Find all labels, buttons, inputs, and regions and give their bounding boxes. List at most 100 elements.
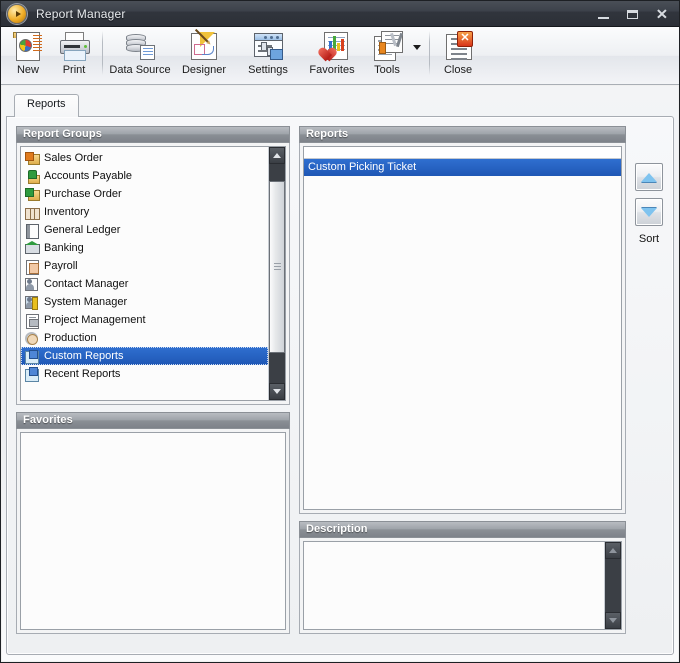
toolbar-button-favorites[interactable]: Favorites (300, 27, 364, 76)
toolbar-label-new: New (16, 64, 39, 76)
contact-manager-icon (24, 277, 39, 292)
reports-panel: Reports Custom Picking Ticket (299, 126, 626, 514)
list-item-label: Payroll (44, 260, 78, 272)
list-item[interactable]: Production (21, 329, 268, 347)
report-list-item[interactable]: Custom Picking Ticket (304, 159, 621, 176)
report-groups-listbox[interactable]: Sales Order Accounts Payable Purchase Or… (20, 146, 286, 401)
list-item-label: Banking (44, 242, 84, 254)
scroll-down-arrow-icon[interactable] (269, 383, 285, 400)
list-item-label: Sales Order (44, 152, 103, 164)
list-item[interactable]: System Manager (21, 293, 268, 311)
list-item-label: Recent Reports (44, 368, 121, 380)
window-controls: ✕ (590, 1, 675, 27)
scrollbar-thumb[interactable] (269, 181, 285, 353)
list-item-label: Production (44, 332, 97, 344)
maximize-button[interactable] (619, 4, 646, 24)
client-area: Reports Report Groups Sales Order Accoun… (2, 86, 678, 661)
list-item[interactable]: Inventory (21, 203, 268, 221)
scrollbar-track[interactable] (605, 559, 621, 612)
list-item[interactable]: Recent Reports (21, 365, 268, 383)
tools-wrench-icon (371, 30, 404, 62)
list-item-label: Project Management (44, 314, 146, 326)
settings-sliders-icon (252, 30, 284, 62)
tab-page-reports: Report Groups Sales Order Accounts Payab… (6, 116, 674, 655)
tab-reports-label: Reports (27, 98, 66, 110)
new-report-icon (12, 30, 44, 62)
favorites-panel: Favorites (16, 412, 290, 634)
tab-reports[interactable]: Reports (14, 94, 79, 117)
favorites-heart-icon (316, 30, 348, 62)
list-item-label: System Manager (44, 296, 128, 308)
scroll-up-arrow-icon[interactable] (269, 147, 285, 164)
list-item-label: Custom Reports (44, 350, 124, 362)
list-item[interactable]: Contact Manager (21, 275, 268, 293)
scroll-down-arrow-icon[interactable] (605, 612, 621, 629)
report-groups-body: Sales Order Accounts Payable Purchase Or… (16, 143, 290, 405)
printer-icon (58, 30, 90, 62)
chevron-down-icon[interactable] (410, 45, 424, 50)
minimize-button[interactable] (590, 4, 617, 24)
report-list-item-label: Custom Picking Ticket (308, 161, 417, 173)
designer-pencil-icon (188, 28, 220, 62)
sort-up-arrow-icon (641, 172, 657, 182)
list-item[interactable]: Payroll (21, 257, 268, 275)
toolbar-button-close[interactable]: ✕ Close (435, 27, 481, 76)
favorites-listbox[interactable] (20, 432, 286, 630)
list-item-label: General Ledger (44, 224, 121, 236)
description-scrollbar[interactable] (604, 542, 621, 629)
sort-up-button[interactable] (635, 163, 663, 191)
report-groups-items: Sales Order Accounts Payable Purchase Or… (21, 147, 268, 383)
report-groups-scrollbar[interactable] (268, 147, 285, 400)
toolbar-separator (102, 31, 103, 75)
toolbar-label-tools: Tools (374, 64, 400, 76)
sort-label: Sort (638, 233, 660, 245)
list-item[interactable]: Sales Order (21, 149, 268, 167)
list-item[interactable]: Project Management (21, 311, 268, 329)
list-item[interactable]: Purchase Order (21, 185, 268, 203)
close-document-icon: ✕ (442, 30, 474, 62)
database-icon (124, 30, 156, 62)
purchase-order-icon (24, 187, 40, 202)
scroll-up-arrow-icon[interactable] (605, 542, 621, 559)
tab-strip: Reports (9, 94, 671, 117)
list-item-label: Purchase Order (44, 188, 122, 200)
toolbar-button-settings[interactable]: Settings (236, 27, 300, 76)
reports-header-strip (304, 147, 621, 159)
toolbar-button-print[interactable]: Print (51, 27, 97, 76)
list-item-custom-reports[interactable]: Custom Reports (21, 347, 268, 365)
sort-controls: Sort (632, 163, 666, 245)
window-title: Report Manager (36, 6, 126, 21)
description-body (299, 538, 626, 634)
accounts-payable-icon (24, 169, 40, 184)
project-management-icon (24, 313, 39, 329)
toolbar-label-designer: Designer (181, 64, 227, 76)
title-bar: Report Manager ✕ (1, 1, 679, 27)
toolbar-label-print: Print (62, 64, 86, 76)
list-item[interactable]: Banking (21, 239, 268, 257)
scrollbar-track[interactable] (269, 164, 285, 383)
close-window-button[interactable]: ✕ (648, 4, 675, 24)
sort-down-arrow-icon (641, 207, 657, 217)
reports-body: Custom Picking Ticket (299, 143, 626, 514)
toolbar-button-new[interactable]: New (5, 27, 51, 76)
reports-listbox[interactable]: Custom Picking Ticket (303, 146, 622, 510)
toolbar-button-data-source[interactable]: Data Source (108, 27, 172, 76)
description-text[interactable] (304, 542, 604, 629)
reports-rows: Custom Picking Ticket (304, 159, 621, 509)
production-icon (24, 331, 39, 346)
list-item-label: Contact Manager (44, 278, 129, 290)
sort-down-button[interactable] (635, 198, 663, 226)
list-item[interactable]: General Ledger (21, 221, 268, 239)
description-textbox[interactable] (303, 541, 622, 630)
payroll-icon (24, 259, 39, 275)
toolbar-button-tools[interactable]: Tools (364, 27, 410, 76)
toolbar-label-data-source: Data Source (109, 64, 171, 76)
list-item[interactable]: Accounts Payable (21, 167, 268, 185)
list-item-label: Accounts Payable (44, 170, 133, 182)
report-groups-title: Report Groups (16, 126, 290, 143)
inventory-icon (24, 205, 40, 220)
favorites-body (16, 429, 290, 634)
toolbar-button-designer[interactable]: Designer (172, 27, 236, 76)
report-groups-panel: Report Groups Sales Order Accounts Payab… (16, 126, 290, 405)
play-circle-icon (7, 3, 27, 24)
